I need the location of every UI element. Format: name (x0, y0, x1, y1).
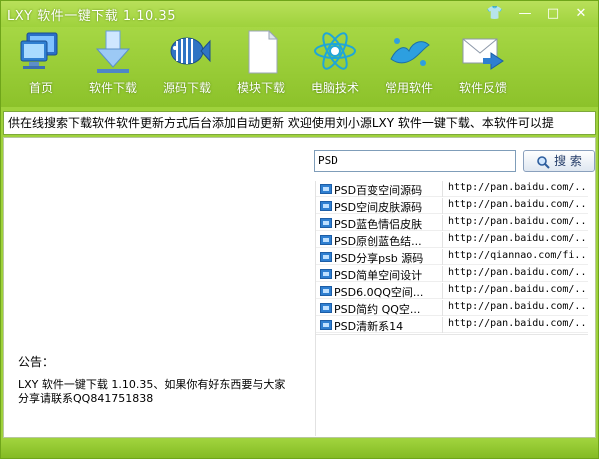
result-row[interactable]: PSD空间皮肤源码 http://pan.baidu.com/... (316, 198, 588, 214)
file-icon (320, 320, 332, 330)
file-icon (320, 201, 332, 211)
empty-area (492, 381, 554, 429)
close-button[interactable]: ✕ (570, 5, 592, 23)
notice-title: 公告： (18, 355, 55, 369)
toolbar-label: 软件下载 (88, 81, 137, 95)
result-name: PSD蓝色情侣皮肤 (334, 218, 423, 231)
file-icon (320, 235, 332, 245)
result-url: http://pan.baidu.com/... (448, 267, 588, 278)
result-url: http://pan.baidu.com/... (448, 301, 588, 312)
result-name: PSD简单空间设计 (334, 269, 423, 282)
toolbar-item-software-download[interactable]: 软件下载 (77, 29, 149, 99)
search-input[interactable]: PSD (314, 150, 516, 172)
toolbar-label: 常用软件 (384, 81, 433, 95)
notice-line-1: LXY 软件一键下载 1.10.35、如果你有好东西要与大家 (18, 378, 286, 391)
maximize-button[interactable]: □ (542, 5, 564, 23)
toolbar-item-source-download[interactable]: 源码下载 (151, 29, 223, 99)
result-name: PSD清新系14 (334, 320, 404, 333)
column-divider (442, 317, 443, 333)
toolbar-label: 源码下载 (162, 81, 211, 95)
column-divider (442, 181, 443, 197)
toolbar-label: 首页 (28, 81, 53, 95)
column-divider (442, 300, 443, 316)
toolbar-item-home[interactable]: 首页 (5, 29, 77, 99)
search-button-label: 搜 索 (554, 154, 582, 168)
result-url: http://pan.baidu.com/... (448, 233, 588, 244)
result-url: http://qiannao.com/fi... (448, 250, 588, 261)
column-divider (442, 198, 443, 214)
result-row[interactable]: PSD简约 QQ空... http://pan.baidu.com/... (316, 300, 588, 316)
result-row[interactable]: PSD清新系14 http://pan.baidu.com/... (316, 317, 588, 333)
splash-icon (390, 38, 430, 66)
atom-icon (314, 32, 356, 70)
list-divider (316, 334, 588, 335)
toolbar-label: 模块下载 (236, 81, 285, 95)
result-url: http://pan.baidu.com/... (448, 216, 588, 227)
result-row[interactable]: PSD简单空间设计 http://pan.baidu.com/... (316, 266, 588, 282)
document-icon (248, 29, 279, 74)
file-icon (320, 218, 332, 228)
search-icon (537, 155, 550, 169)
file-icon (320, 184, 332, 194)
result-row[interactable]: PSD6.0QQ空间... http://pan.baidu.com/... (316, 283, 588, 299)
toolbar-label: 软件反馈 (458, 81, 507, 95)
result-row[interactable]: PSD分享psb 源码 http://qiannao.com/fi... (316, 249, 588, 265)
toolbar-item-module-download[interactable]: 模块下载 (225, 29, 297, 99)
search-button[interactable]: 搜 索 (523, 150, 595, 172)
column-divider (442, 249, 443, 265)
result-url: http://pan.baidu.com/... (448, 182, 588, 193)
result-name: PSD6.0QQ空间... (334, 286, 424, 299)
result-name: PSD百变空间源码 (334, 184, 423, 197)
minimize-button[interactable]: — (514, 5, 536, 23)
content-panel: 公告： LXY 软件一键下载 1.10.35、如果你有好东西要与大家 分享请联系… (3, 137, 596, 438)
column-divider (442, 215, 443, 231)
notice-text: LXY 软件一键下载 1.10.35、如果你有好东西要与大家 分享请联系QQ84… (18, 378, 314, 406)
file-icon (320, 269, 332, 279)
main-toolbar: 首页 软件下载 源码下载 模块下载 电脑技术 常用软件 软件反馈 (1, 27, 598, 107)
toolbar-label: 电脑技术 (310, 81, 359, 95)
result-url: http://pan.baidu.com/... (448, 318, 588, 329)
column-divider (442, 283, 443, 299)
result-name: PSD分享psb 源码 (334, 252, 424, 265)
toolbar-item-feedback[interactable]: 软件反馈 (447, 29, 519, 99)
scrolling-announcement: 供在线搜索下载软件软件更新方式后台添加自动更新 欢迎使用刘小源LXY 软件一键下… (3, 111, 596, 135)
file-icon (320, 303, 332, 313)
status-bar (1, 440, 598, 458)
result-row[interactable]: PSD蓝色情侣皮肤 http://pan.baidu.com/... (316, 215, 588, 231)
window-title: LXY 软件一键下载 1.10.35 (7, 9, 176, 24)
search-results-list: PSD百变空间源码 http://pan.baidu.com/... PSD空间… (315, 181, 588, 436)
result-row[interactable]: PSD百变空间源码 http://pan.baidu.com/... (316, 181, 588, 197)
column-divider (442, 266, 443, 282)
notice-line-2: 分享请联系QQ841751838 (18, 392, 154, 405)
toolbar-item-common-software[interactable]: 常用软件 (373, 29, 445, 99)
file-icon (320, 252, 332, 262)
toolbar-item-computer-tech[interactable]: 电脑技术 (299, 29, 371, 99)
column-divider (442, 232, 443, 248)
result-url: http://pan.baidu.com/... (448, 199, 588, 210)
result-name: PSD简约 QQ空... (334, 303, 421, 316)
file-icon (320, 286, 332, 296)
result-name: PSD原创蓝色结... (334, 235, 422, 248)
skin-button[interactable]: 👕 (484, 5, 506, 23)
app-window: LXY 软件一键下载 1.10.35 👕 — □ ✕ 首页 软件下载 源码下载 … (0, 0, 599, 459)
fish-icon (170, 37, 211, 65)
download-arrow-icon (95, 30, 131, 73)
result-url: http://pan.baidu.com/... (448, 284, 588, 295)
envelope-icon (462, 38, 504, 70)
result-row[interactable]: PSD原创蓝色结... http://pan.baidu.com/... (316, 232, 588, 248)
blank-preview-area (10, 144, 306, 344)
result-name: PSD空间皮肤源码 (334, 201, 423, 214)
title-bar[interactable]: LXY 软件一键下载 1.10.35 👕 — □ ✕ (1, 1, 598, 27)
monitor-icon (20, 32, 58, 69)
